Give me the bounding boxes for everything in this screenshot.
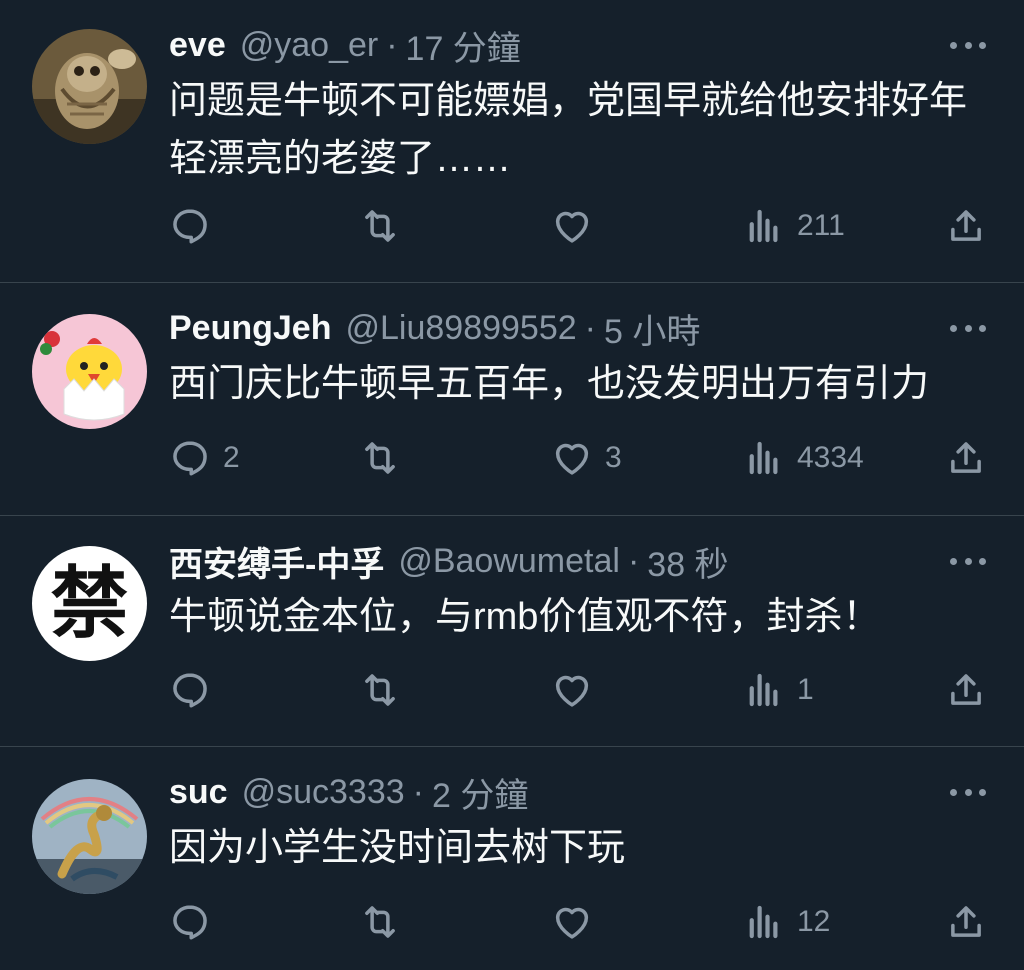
dragon-art-avatar xyxy=(32,779,147,894)
separator-dot: · xyxy=(627,541,640,580)
user-handle[interactable]: @Baowumetal xyxy=(398,542,620,581)
more-options-icon[interactable] xyxy=(950,785,986,799)
more-options-icon[interactable] xyxy=(950,554,986,568)
tweet-text: 因为小学生没时间去树下玩 xyxy=(169,827,626,869)
retweet-button[interactable] xyxy=(359,667,413,713)
avatar[interactable] xyxy=(32,29,147,144)
tweet-text: 问题是牛顿不可能嫖娼，党国早就给他安排好年轻漂亮的老婆了…… xyxy=(169,80,968,180)
share-icon xyxy=(951,210,981,241)
heart-icon xyxy=(555,675,589,707)
user-handle[interactable]: @Liu89899552 xyxy=(345,309,576,348)
like-button[interactable] xyxy=(551,899,605,945)
like-count: 3 xyxy=(605,441,622,474)
views-button[interactable]: 211 xyxy=(743,203,845,249)
like-button[interactable] xyxy=(551,667,605,713)
reply-button[interactable] xyxy=(169,899,223,945)
reply-icon xyxy=(173,673,207,708)
share-button[interactable] xyxy=(945,899,987,945)
owl-photo-avatar xyxy=(32,29,147,144)
separator-dot: · xyxy=(386,25,398,64)
forbidden-character-avatar: 禁 xyxy=(32,546,147,661)
tweet[interactable]: eve @yao_er · 17 分鐘 问题是牛顿不可能嫖娼，党国早就给他安排好… xyxy=(0,0,1024,283)
share-icon xyxy=(951,906,981,937)
views-button[interactable]: 12 xyxy=(743,899,830,945)
avatar-glyph: 禁 xyxy=(50,559,128,649)
tweet[interactable]: suc @suc3333 · 2 分鐘 因为小学生没时间去树下玩 12 xyxy=(0,747,1024,970)
reply-icon xyxy=(173,441,207,476)
views-button[interactable]: 1 xyxy=(743,667,814,713)
tweet-actions: 1 xyxy=(169,667,989,713)
retweet-icon xyxy=(365,210,395,242)
display-name[interactable]: 西安缚手-中孚 xyxy=(169,537,384,586)
retweet-button[interactable] xyxy=(359,203,413,249)
separator-dot: · xyxy=(584,308,596,347)
display-name[interactable]: suc xyxy=(169,773,228,812)
reply-button[interactable] xyxy=(169,203,223,249)
retweet-icon xyxy=(365,906,395,938)
tweet-actions: 2 3 4334 xyxy=(169,435,989,481)
heart-icon xyxy=(555,443,589,475)
analytics-icon xyxy=(749,209,778,243)
share-button[interactable] xyxy=(945,667,987,713)
timestamp[interactable]: 38 秒 xyxy=(647,537,728,586)
display-name[interactable]: PeungJeh xyxy=(169,309,331,348)
more-options-icon[interactable] xyxy=(950,38,986,52)
retweet-button[interactable] xyxy=(359,899,413,945)
retweet-button[interactable] xyxy=(359,435,413,481)
retweet-icon xyxy=(365,674,395,706)
more-options-icon[interactable] xyxy=(950,321,986,335)
timestamp[interactable]: 17 分鐘 xyxy=(406,21,521,70)
retweet-icon xyxy=(365,442,395,474)
share-icon xyxy=(951,442,981,473)
tweet-actions: 12 xyxy=(169,899,989,945)
tweet[interactable]: 禁 西安缚手-中孚 @Baowumetal · 38 秒 牛顿说金本位，与rmb… xyxy=(0,516,1024,747)
chick-cartoon-avatar xyxy=(32,314,147,429)
view-count: 4334 xyxy=(797,441,864,474)
like-button[interactable] xyxy=(551,203,605,249)
reply-count: 2 xyxy=(223,441,240,474)
reply-button[interactable]: 2 xyxy=(169,435,240,481)
share-button[interactable] xyxy=(945,203,987,249)
share-icon xyxy=(951,674,981,705)
view-count: 12 xyxy=(797,905,831,938)
tweet-header: eve @yao_er · 17 分鐘 xyxy=(169,22,521,68)
separator-dot: · xyxy=(412,772,424,811)
reply-button[interactable] xyxy=(169,667,223,713)
user-handle[interactable]: @yao_er xyxy=(240,26,378,65)
analytics-icon xyxy=(749,673,778,707)
share-button[interactable] xyxy=(945,435,987,481)
analytics-icon xyxy=(749,905,778,939)
view-count: 211 xyxy=(797,209,845,242)
tweet-header: PeungJeh @Liu89899552 · 5 小時 xyxy=(169,305,700,351)
avatar[interactable] xyxy=(32,779,147,894)
views-button[interactable]: 4334 xyxy=(743,435,864,481)
tweet-text: 牛顿说金本位，与rmb价值观不符，封杀！ xyxy=(169,596,881,638)
heart-icon xyxy=(555,907,589,939)
tweet-header: 西安缚手-中孚 @Baowumetal · 38 秒 xyxy=(169,538,729,584)
heart-icon xyxy=(555,211,589,243)
reply-icon xyxy=(173,905,207,940)
avatar[interactable]: 禁 xyxy=(32,546,147,661)
analytics-icon xyxy=(749,441,778,475)
timestamp[interactable]: 5 小時 xyxy=(604,304,700,353)
user-handle[interactable]: @suc3333 xyxy=(242,773,405,812)
display-name[interactable]: eve xyxy=(169,26,226,65)
tweet-text: 西门庆比牛顿早五百年，也没发明出万有引力 xyxy=(169,363,930,405)
view-count: 1 xyxy=(797,673,814,706)
like-button[interactable]: 3 xyxy=(551,435,622,481)
reply-icon xyxy=(173,209,207,244)
avatar[interactable] xyxy=(32,314,147,429)
timestamp[interactable]: 2 分鐘 xyxy=(432,768,528,817)
tweet[interactable]: PeungJeh @Liu89899552 · 5 小時 西门庆比牛顿早五百年，… xyxy=(0,283,1024,516)
tweet-header: suc @suc3333 · 2 分鐘 xyxy=(169,769,528,815)
tweet-actions: 211 xyxy=(169,203,989,249)
